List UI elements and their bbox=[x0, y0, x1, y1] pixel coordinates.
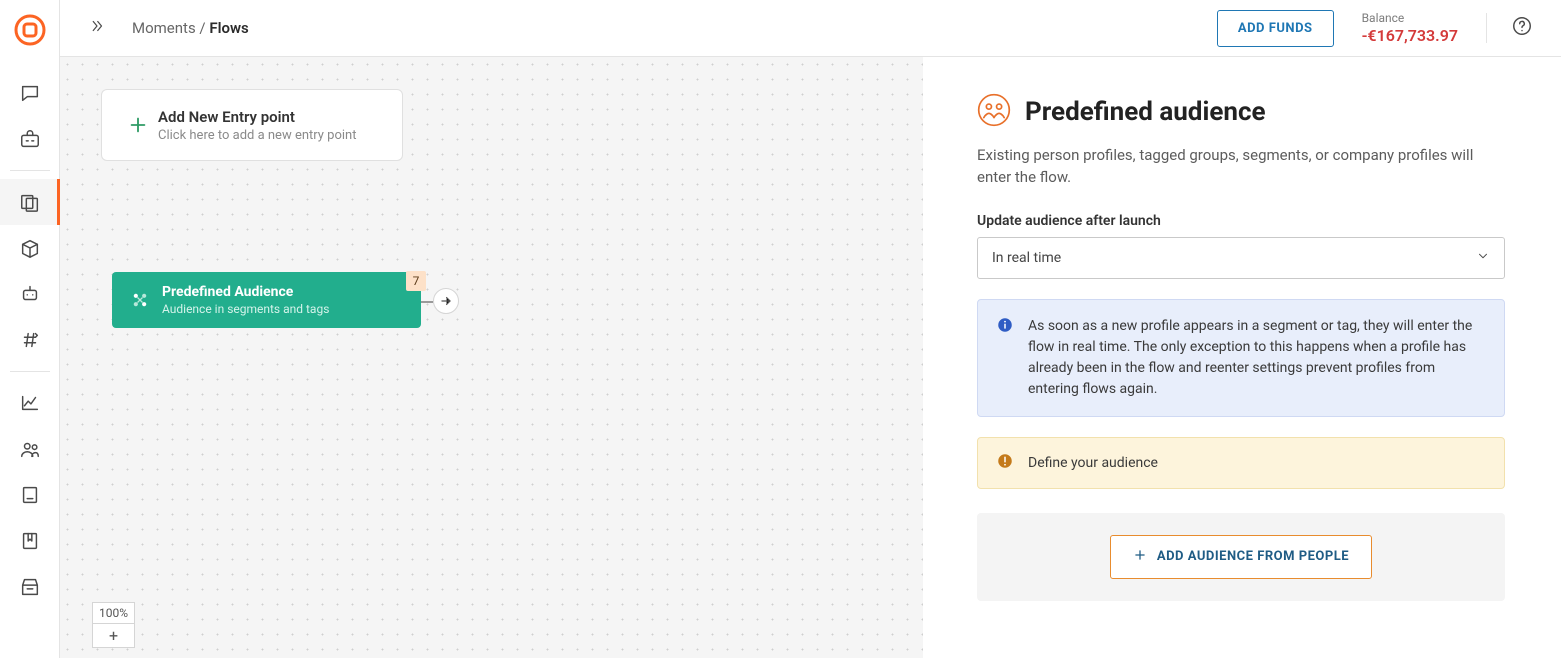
help-icon[interactable] bbox=[1511, 15, 1533, 41]
info-text: As soon as a new profile appears in a se… bbox=[1028, 316, 1486, 400]
topbar: Moments / Flows ADD FUNDS Balance -€167,… bbox=[60, 0, 1561, 57]
panel-description: Existing person profiles, tagged groups,… bbox=[977, 145, 1505, 189]
nav-store-icon[interactable] bbox=[0, 564, 60, 610]
add-audience-button[interactable]: ADD AUDIENCE FROM PEOPLE bbox=[1110, 535, 1372, 579]
audience-node-title: Predefined Audience bbox=[162, 284, 329, 300]
audience-node-subtitle: Audience in segments and tags bbox=[162, 302, 329, 316]
add-entry-point-card[interactable]: Add New Entry point Click here to add a … bbox=[101, 89, 403, 161]
details-panel: Predefined audience Existing person prof… bbox=[923, 57, 1561, 658]
predefined-audience-node[interactable]: Predefined Audience Audience in segments… bbox=[112, 272, 421, 328]
update-audience-select[interactable]: In real time bbox=[977, 237, 1505, 279]
zoom-in-button[interactable]: + bbox=[92, 624, 135, 648]
update-audience-label: Update audience after launch bbox=[977, 213, 1505, 229]
add-next-node-button[interactable] bbox=[433, 288, 459, 314]
entry-card-subtitle: Click here to add a new entry point bbox=[158, 128, 356, 143]
nav-hash-icon[interactable] bbox=[0, 317, 60, 363]
info-icon bbox=[996, 316, 1014, 400]
nav-bot-icon[interactable] bbox=[0, 271, 60, 317]
balance-display: Balance -€167,733.97 bbox=[1362, 11, 1458, 46]
breadcrumb-root[interactable]: Moments bbox=[132, 19, 196, 37]
nav-toolbox-icon[interactable] bbox=[0, 116, 60, 162]
warning-icon bbox=[996, 452, 1014, 474]
audience-node-badge: 7 bbox=[406, 271, 426, 291]
entry-card-title: Add New Entry point bbox=[158, 108, 356, 126]
left-nav bbox=[0, 0, 60, 658]
plus-icon bbox=[1133, 548, 1147, 566]
balance-value: -€167,733.97 bbox=[1362, 26, 1458, 46]
update-audience-value: In real time bbox=[992, 250, 1061, 266]
breadcrumb: Moments / Flows bbox=[132, 19, 249, 37]
warning-text: Define your audience bbox=[1028, 455, 1158, 471]
warning-box: Define your audience bbox=[977, 437, 1505, 489]
plus-icon bbox=[118, 114, 158, 136]
balance-label: Balance bbox=[1362, 11, 1458, 26]
zoom-level[interactable]: 100% bbox=[92, 602, 135, 624]
add-funds-button[interactable]: ADD FUNDS bbox=[1217, 10, 1334, 47]
nav-book-icon[interactable] bbox=[0, 472, 60, 518]
zoom-controls: 100% + bbox=[92, 602, 135, 648]
nav-analytics-icon[interactable] bbox=[0, 380, 60, 426]
brand-logo-icon bbox=[14, 14, 46, 50]
action-area: ADD AUDIENCE FROM PEOPLE bbox=[977, 513, 1505, 601]
expand-nav-icon[interactable] bbox=[88, 17, 106, 39]
panel-title: Predefined audience bbox=[1025, 97, 1266, 127]
flow-canvas[interactable]: Add New Entry point Click here to add a … bbox=[60, 57, 923, 658]
chevron-down-icon bbox=[1476, 249, 1490, 267]
audience-node-icon bbox=[126, 290, 154, 310]
add-audience-label: ADD AUDIENCE FROM PEOPLE bbox=[1157, 549, 1349, 564]
nav-chat-icon[interactable] bbox=[0, 70, 60, 116]
nav-people-icon[interactable] bbox=[0, 426, 60, 472]
panel-audience-icon bbox=[977, 93, 1011, 131]
breadcrumb-current: Flows bbox=[209, 19, 248, 37]
nav-bookmark-icon[interactable] bbox=[0, 518, 60, 564]
nav-package-icon[interactable] bbox=[0, 225, 60, 271]
nav-flows-icon[interactable] bbox=[0, 179, 60, 225]
info-box: As soon as a new profile appears in a se… bbox=[977, 299, 1505, 417]
